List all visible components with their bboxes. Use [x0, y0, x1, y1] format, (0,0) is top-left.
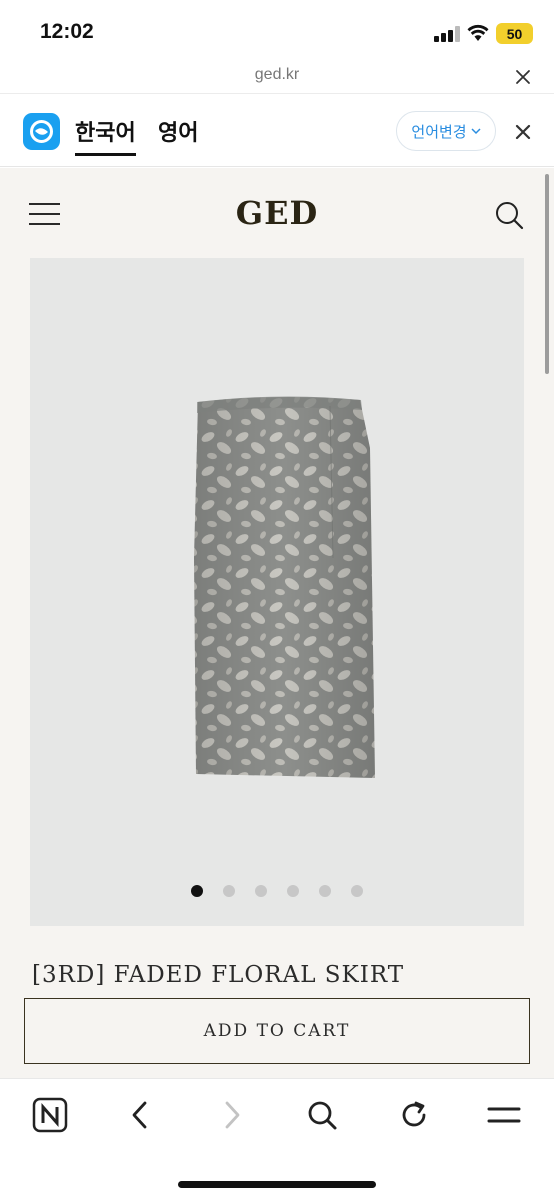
url-text[interactable]: ged.kr — [0, 66, 554, 84]
web-page: GED [3RD] FADED FLORAL SKIRT ADD TO CART — [0, 168, 554, 1078]
signal-icon — [434, 26, 460, 42]
naver-home-icon[interactable] — [32, 1097, 68, 1133]
change-language-label: 언어변경 — [411, 122, 467, 141]
carousel-dot[interactable] — [287, 885, 299, 897]
site-logo[interactable]: GED — [0, 194, 554, 232]
browser-toolbar — [0, 1078, 554, 1200]
translate-app-icon — [23, 113, 60, 150]
home-indicator[interactable] — [178, 1181, 376, 1188]
tab-english[interactable]: 영어 — [158, 115, 198, 147]
status-time: 12:02 — [40, 20, 94, 43]
carousel-dot[interactable] — [351, 885, 363, 897]
url-bar[interactable]: ged.kr — [0, 62, 554, 94]
cart-bar: ADD TO CART — [0, 988, 554, 1078]
back-icon[interactable] — [122, 1097, 158, 1133]
wifi-icon — [467, 24, 489, 41]
skirt-image — [194, 396, 375, 778]
status-bar: 12:02 50 — [0, 0, 554, 62]
menu-icon[interactable] — [486, 1097, 522, 1133]
close-icon[interactable] — [515, 124, 531, 140]
search-icon[interactable] — [494, 200, 524, 230]
forward-icon[interactable] — [214, 1097, 250, 1133]
change-language-button[interactable]: 언어변경 — [396, 111, 496, 151]
tab-korean[interactable]: 한국어 — [75, 115, 136, 156]
image-carousel-dots[interactable] — [30, 885, 524, 897]
add-to-cart-button[interactable]: ADD TO CART — [24, 998, 530, 1064]
reload-icon[interactable] — [396, 1097, 432, 1133]
chevron-down-icon — [471, 128, 481, 135]
product-image[interactable] — [30, 258, 524, 926]
carousel-dot[interactable] — [255, 885, 267, 897]
carousel-dot[interactable] — [223, 885, 235, 897]
carousel-dot[interactable] — [191, 885, 203, 897]
translate-bar: 한국어 영어 언어변경 — [0, 95, 554, 167]
search-icon[interactable] — [304, 1097, 340, 1133]
carousel-dot[interactable] — [319, 885, 331, 897]
product-title: [3RD] FADED FLORAL SKIRT — [32, 962, 405, 986]
battery-indicator: 50 — [496, 23, 533, 44]
close-icon[interactable] — [514, 68, 532, 86]
